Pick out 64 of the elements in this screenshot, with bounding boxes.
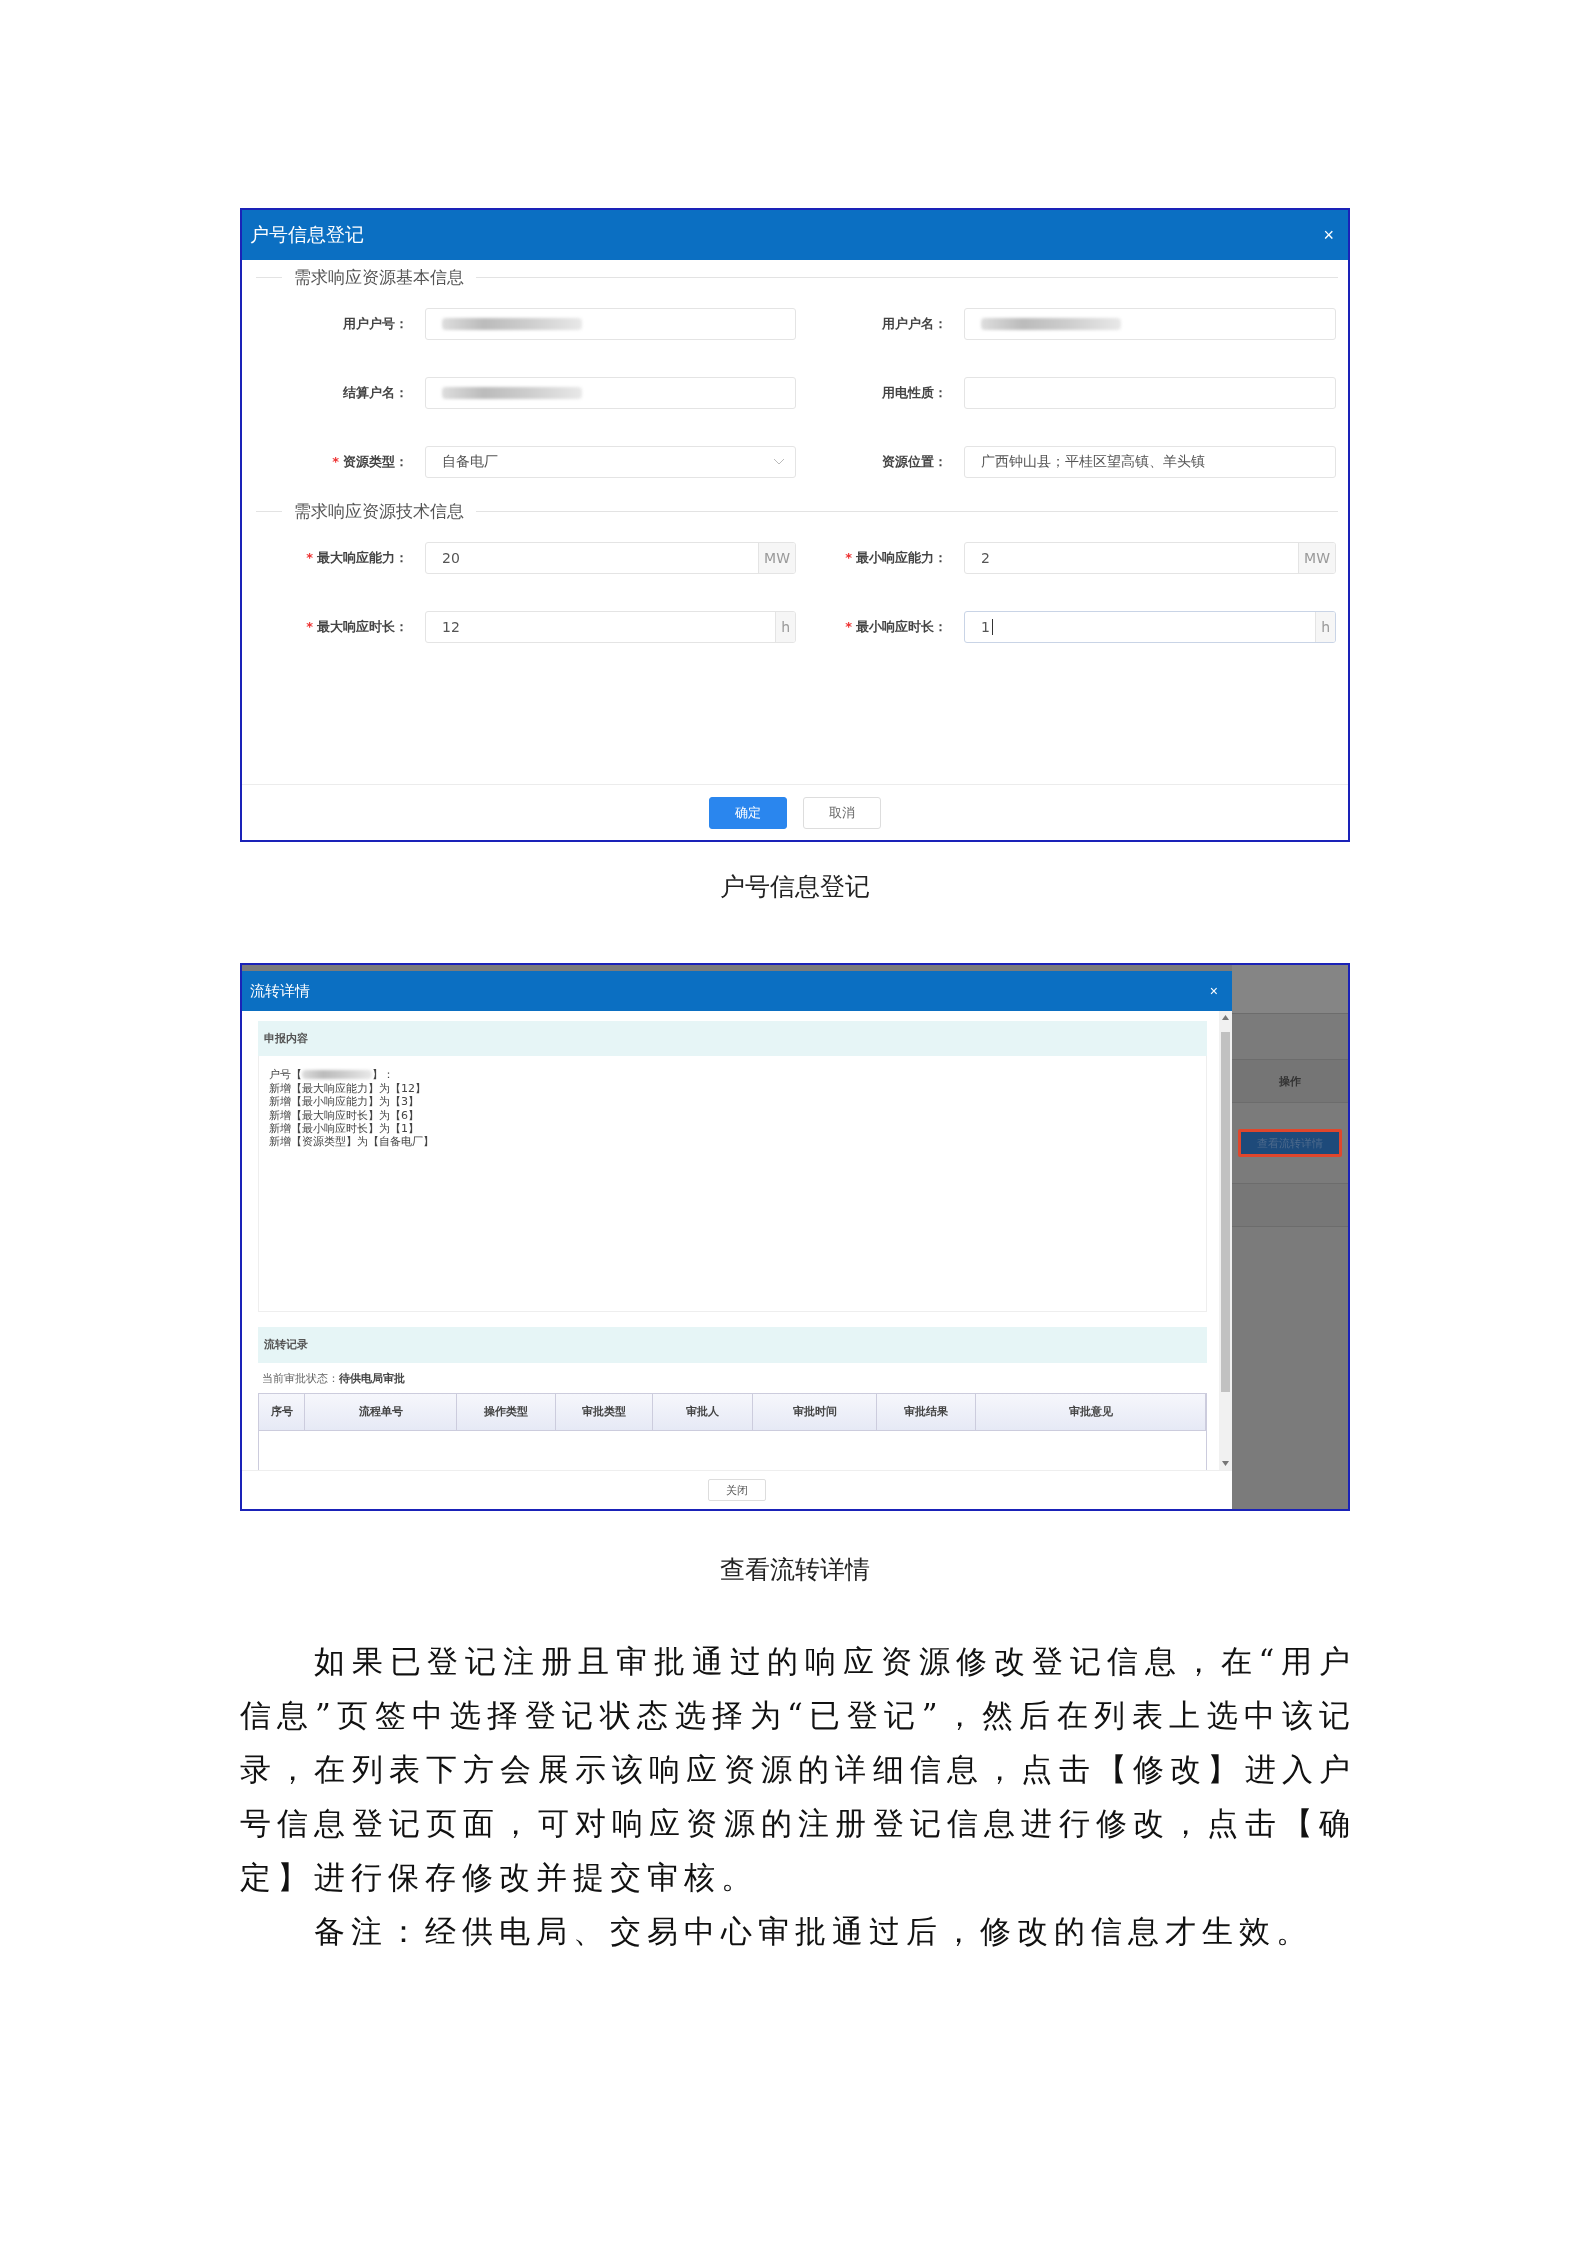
cancel-button[interactable]: 取消 bbox=[803, 796, 881, 829]
input-field[interactable] bbox=[425, 308, 796, 340]
input-field[interactable] bbox=[964, 308, 1336, 340]
unit-label: MW bbox=[1298, 543, 1335, 573]
section-heading: 需求响应资源技术信息 bbox=[294, 499, 464, 523]
content-line: 新增【最小响应能力】为【3】 bbox=[269, 1095, 419, 1109]
field-label: 用户户号： bbox=[343, 315, 408, 333]
body-paragraph: 如果已登记注册且审批通过的响应资源修改登记信息，在“用户信息”页签中选择登记状态选择为“已登记”，然后在列表上选中该记录，在列表下方会展示该响应资源的详细信息，点击【修改】进入户号信息登记页面，可对响应资源的注册登记信息进行修改，点击【确定】进行保存修改并提交审核。 bbox=[240, 1642, 1356, 1897]
body-paragraph: 备注：经供电局、交易中心审批通过后，修改的信息才生效。 bbox=[313, 1912, 1314, 1951]
unit-label: MW bbox=[758, 543, 795, 573]
close-button[interactable]: × bbox=[1209, 984, 1218, 998]
input-field[interactable]: 1 h bbox=[964, 611, 1336, 643]
unit-label: h bbox=[1315, 612, 1335, 642]
field-label: * 最小响应能力： bbox=[845, 549, 947, 567]
status-label: 当前审批状态： bbox=[262, 1370, 339, 1386]
input-field[interactable]: 20 MW bbox=[425, 542, 796, 574]
column-header: 操作 bbox=[1279, 1073, 1301, 1089]
figure-caption: 户号信息登记 bbox=[720, 872, 870, 901]
redacted-mark bbox=[302, 1070, 372, 1080]
field-label: * 最大响应时长： bbox=[306, 618, 408, 636]
select-field[interactable]: 自备电厂 bbox=[425, 446, 796, 478]
figure-caption: 查看流转详情 bbox=[720, 1555, 870, 1584]
content-line: 户号【 bbox=[269, 1068, 302, 1082]
status-value: 待供电局审批 bbox=[339, 1370, 405, 1386]
close-button[interactable]: × bbox=[1323, 226, 1334, 244]
column-header: 审批人 bbox=[653, 1393, 753, 1431]
input-field[interactable]: 2 MW bbox=[964, 542, 1336, 574]
dialog-title: 流转详情 bbox=[250, 981, 310, 1001]
content-line: 新增【资源类型】为【自备电厂】 bbox=[269, 1135, 434, 1149]
input-field[interactable]: 12 h bbox=[425, 611, 796, 643]
field-label: * 最小响应时长： bbox=[845, 618, 947, 636]
section-heading: 流转记录 bbox=[264, 1337, 308, 1353]
column-header: 审批时间 bbox=[753, 1393, 877, 1431]
scroll-thumb[interactable] bbox=[1221, 1032, 1230, 1392]
scroll-up-icon bbox=[1222, 1015, 1229, 1020]
field-label: 资源位置： bbox=[882, 453, 947, 471]
column-header: 审批类型 bbox=[556, 1393, 653, 1431]
field-label: 结算户名： bbox=[343, 384, 408, 402]
field-label: * 最大响应能力： bbox=[306, 549, 408, 567]
column-header: 序号 bbox=[259, 1393, 305, 1431]
scrollbar[interactable] bbox=[1219, 1011, 1232, 1470]
input-field[interactable] bbox=[425, 377, 796, 409]
scroll-down-icon bbox=[1222, 1461, 1229, 1466]
content-line: 】： bbox=[372, 1068, 394, 1082]
input-field[interactable] bbox=[964, 377, 1336, 409]
field-label: * 资源类型： bbox=[332, 453, 408, 471]
column-header: 流程单号 bbox=[305, 1393, 457, 1431]
confirm-button[interactable]: 确定 bbox=[709, 796, 787, 829]
column-header: 审批意见 bbox=[976, 1393, 1206, 1431]
dialog-title: 户号信息登记 bbox=[250, 222, 364, 247]
field-label: 用电性质： bbox=[882, 384, 947, 402]
unit-label: h bbox=[775, 612, 795, 642]
column-header: 审批结果 bbox=[877, 1393, 976, 1431]
text-cursor bbox=[991, 619, 993, 635]
input-field[interactable]: 广西钟山县；平桂区望高镇、羊头镇 bbox=[964, 446, 1336, 478]
section-heading: 需求响应资源基本信息 bbox=[294, 265, 464, 289]
content-line: 新增【最大响应能力】为【12】 bbox=[269, 1081, 426, 1095]
section-heading: 申报内容 bbox=[264, 1031, 308, 1047]
column-header: 操作类型 bbox=[457, 1393, 556, 1431]
close-dialog-button[interactable]: 关闭 bbox=[708, 1479, 766, 1501]
content-line: 新增【最小响应时长】为【1】 bbox=[269, 1122, 419, 1136]
content-line: 新增【最大响应时长】为【6】 bbox=[269, 1108, 419, 1122]
chevron-down-icon bbox=[773, 458, 785, 466]
field-label: 用户户名： bbox=[882, 315, 947, 333]
